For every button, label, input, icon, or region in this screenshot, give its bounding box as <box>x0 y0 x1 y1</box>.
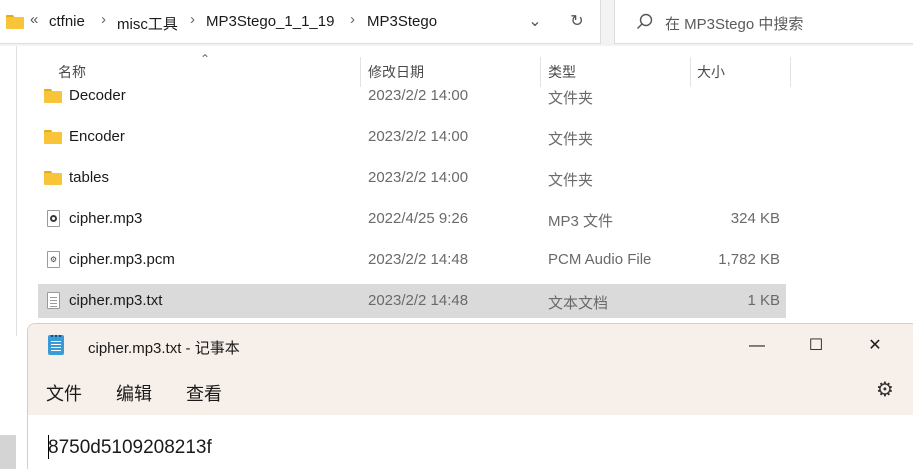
background-window-edge <box>0 435 16 469</box>
text-caret <box>48 435 49 459</box>
window-title: cipher.mp3.txt - 记事本 <box>88 340 240 357</box>
menu-file[interactable]: 文件 <box>46 380 82 406</box>
file-modified: 2023/2/2 14:00 <box>368 87 469 104</box>
file-size: 324 KB <box>730 210 780 227</box>
file-modified: 2023/2/2 14:00 <box>368 128 469 145</box>
file-row-cipher-mp3-pcm[interactable]: ⚙ cipher.mp3.pcm 2023/2/2 14:48 PCM Audi… <box>38 243 786 277</box>
notepad-titlebar[interactable]: cipher.mp3.txt - 记事本 — ☐ ✕ <box>28 324 913 367</box>
chevron-right-icon[interactable]: › <box>350 11 355 28</box>
settings-gear-icon[interactable]: ⚙ <box>874 379 896 401</box>
minimize-button[interactable]: — <box>728 324 786 367</box>
file-type: 文本文档 <box>548 295 609 312</box>
file-name: cipher.mp3.pcm <box>69 251 175 268</box>
notepad-window: cipher.mp3.txt - 记事本 — ☐ ✕ 文件 编辑 查看 ⚙ 87… <box>27 323 913 469</box>
file-name: Encoder <box>69 128 125 145</box>
notepad-content[interactable]: 8750d5109208213f <box>48 437 212 459</box>
maximize-button[interactable]: ☐ <box>787 324 845 367</box>
breadcrumb-mp3stego-1-1-19[interactable]: MP3Stego_1_1_19 <box>206 13 334 30</box>
refresh-button[interactable]: ↻ <box>562 8 592 36</box>
file-name: Decoder <box>69 87 126 104</box>
pcm-file-icon: ⚙ <box>47 251 60 268</box>
file-row-encoder[interactable]: Encoder 2023/2/2 14:00 文件夹 <box>38 120 786 154</box>
file-size: 1 KB <box>747 292 780 309</box>
file-modified: 2023/2/2 14:48 <box>368 292 469 309</box>
breadcrumb-mp3stego[interactable]: MP3Stego <box>367 13 437 30</box>
folder-icon <box>44 130 62 144</box>
file-modified: 2023/2/2 14:00 <box>368 169 469 186</box>
file-row-cipher-mp3-txt[interactable]: cipher.mp3.txt 2023/2/2 14:48 文本文档 1 KB <box>38 284 786 318</box>
explorer-address-strip: « ctfnie › misc工具 › MP3Stego_1_1_19 › MP… <box>0 0 913 46</box>
column-divider[interactable] <box>790 57 791 87</box>
menu-view[interactable]: 查看 <box>186 380 222 406</box>
file-modified: 2023/2/2 14:48 <box>368 251 469 268</box>
notepad-app-icon <box>48 335 64 355</box>
folder-icon <box>6 15 24 29</box>
search-input[interactable]: 在 MP3Stego 中搜索 <box>665 13 803 34</box>
file-row-tables[interactable]: tables 2023/2/2 14:00 文件夹 <box>38 161 786 195</box>
search-icon <box>637 13 653 29</box>
close-button[interactable]: ✕ <box>846 324 904 367</box>
file-name: cipher.mp3 <box>69 210 143 227</box>
breadcrumb-overflow-button[interactable]: « <box>30 11 38 28</box>
file-type: 文件夹 <box>548 172 594 189</box>
notepad-menubar: 文件 编辑 查看 ⚙ <box>28 367 913 415</box>
file-modified: 2022/4/25 9:26 <box>368 210 469 227</box>
address-dropdown-button[interactable]: ⌄ <box>520 8 550 36</box>
menu-edit[interactable]: 编辑 <box>116 380 152 406</box>
mp3-file-icon <box>47 210 60 227</box>
breadcrumb-ctfnie[interactable]: ctfnie <box>49 13 85 30</box>
folder-icon <box>44 89 62 103</box>
file-type: 文件夹 <box>548 90 594 107</box>
file-row-decoder[interactable]: Decoder 2023/2/2 14:00 文件夹 <box>38 79 786 113</box>
chevron-right-icon[interactable]: › <box>190 11 195 28</box>
file-type: MP3 文件 <box>548 213 614 230</box>
file-size: 1,782 KB <box>718 251 780 268</box>
file-type: 文件夹 <box>548 131 594 148</box>
file-row-cipher-mp3[interactable]: cipher.mp3 2022/4/25 9:26 MP3 文件 324 KB <box>38 202 786 236</box>
address-bar[interactable]: « ctfnie › misc工具 › MP3Stego_1_1_19 › MP… <box>0 0 601 44</box>
file-name: cipher.mp3.txt <box>69 292 163 309</box>
sort-ascending-icon: ⌃ <box>200 52 211 66</box>
file-list-border <box>16 46 17 336</box>
file-name: tables <box>69 169 110 186</box>
folder-icon <box>44 171 62 185</box>
text-file-icon <box>47 292 60 309</box>
notepad-text-area[interactable]: 8750d5109208213f <box>28 415 913 469</box>
breadcrumb-misc-tools[interactable]: misc工具 <box>117 13 178 34</box>
search-box[interactable]: 在 MP3Stego 中搜索 <box>614 0 913 44</box>
chevron-right-icon[interactable]: › <box>101 11 106 28</box>
file-type: PCM Audio File <box>548 251 652 268</box>
